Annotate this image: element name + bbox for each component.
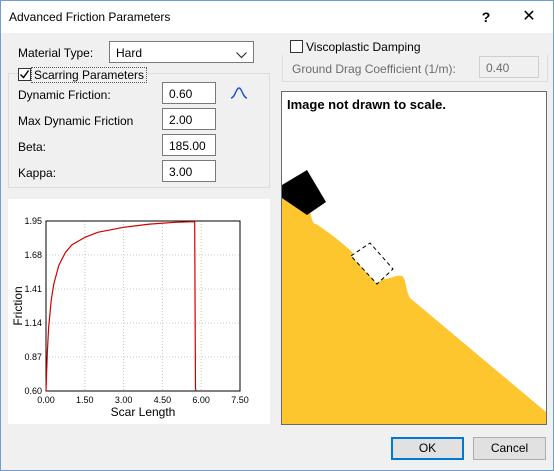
viscoplastic-checkbox[interactable] xyxy=(290,40,303,53)
x-tick-label: 3.00 xyxy=(115,395,133,405)
max-dynamic-friction-input[interactable]: 2.00 xyxy=(162,108,216,130)
chart-grid xyxy=(45,220,241,392)
slope-terrain xyxy=(282,188,546,424)
x-axis-label: Scar Length xyxy=(111,405,176,419)
y-tick-label: 0.60 xyxy=(24,386,42,396)
beta-label: Beta: xyxy=(18,140,47,154)
friction-chart: 0.00 1.50 3.00 4.50 6.00 7.50 0.60 0.87 1.14 1.41… xyxy=(11,216,249,419)
x-tick-label: 6.00 xyxy=(192,395,210,405)
kappa-input[interactable]: 3.00 xyxy=(162,160,216,182)
scarring-checkbox-label[interactable]: Scarring Parameters xyxy=(31,67,148,83)
kappa-label: Kappa: xyxy=(18,166,57,180)
y-tick-label: 1.14 xyxy=(24,318,42,328)
scarring-checkbox[interactable] xyxy=(18,68,31,81)
y-tick-label: 1.95 xyxy=(24,216,42,226)
material-type-value: Hard xyxy=(116,46,143,60)
help-button[interactable]: ? xyxy=(469,3,503,31)
plot-frame xyxy=(45,220,241,392)
friction-series-line xyxy=(45,220,197,392)
cancel-button[interactable]: Cancel xyxy=(473,437,546,460)
slope-diagram xyxy=(282,170,546,424)
y-tick-label: 0.87 xyxy=(24,352,42,362)
beta-input[interactable]: 185.00 xyxy=(162,134,216,156)
title-bar: Advanced Friction Parameters ? ✕ xyxy=(1,1,553,33)
y-tick-label: 1.41 xyxy=(24,284,42,294)
x-tick-label: 1.50 xyxy=(76,395,94,405)
ground-drag-input: 0.40 xyxy=(479,56,539,78)
material-type-label: Material Type: xyxy=(18,46,94,60)
ok-button[interactable]: OK xyxy=(391,437,464,460)
slope-diagram-panel: Image not drawn to scale. xyxy=(281,91,547,425)
chart-ticks: 0.00 1.50 3.00 4.50 6.00 7.50 0.60 0.87 1.14 1.41… xyxy=(24,216,248,405)
max-dynamic-friction-label: Max Dynamic Friction xyxy=(18,114,134,128)
bell-curve-icon[interactable] xyxy=(230,87,248,102)
dynamic-friction-input[interactable]: 0.60 xyxy=(162,82,216,104)
material-type-select[interactable]: Hard xyxy=(109,41,254,63)
ground-drag-label: Ground Drag Coefficient (1/m): xyxy=(292,62,456,76)
x-tick-label: 7.50 xyxy=(231,395,249,405)
chevron-down-icon xyxy=(236,48,247,62)
viscoplastic-checkbox-label[interactable]: Viscoplastic Damping xyxy=(306,40,421,54)
checkmark-icon xyxy=(20,70,30,79)
y-tick-label: 1.68 xyxy=(24,250,42,260)
friction-chart-panel: 0.00 1.50 3.00 4.50 6.00 7.50 0.60 0.87 1.14 1.41… xyxy=(8,199,270,424)
close-button[interactable]: ✕ xyxy=(509,3,549,31)
dialog-window: Advanced Friction Parameters ? ✕ Materia… xyxy=(0,0,554,471)
dynamic-friction-label: Dynamic Friction: xyxy=(18,88,111,102)
y-axis-label: Friction xyxy=(11,286,25,325)
x-tick-label: 0.00 xyxy=(37,395,55,405)
window-title: Advanced Friction Parameters xyxy=(9,10,171,24)
x-tick-label: 4.50 xyxy=(154,395,172,405)
